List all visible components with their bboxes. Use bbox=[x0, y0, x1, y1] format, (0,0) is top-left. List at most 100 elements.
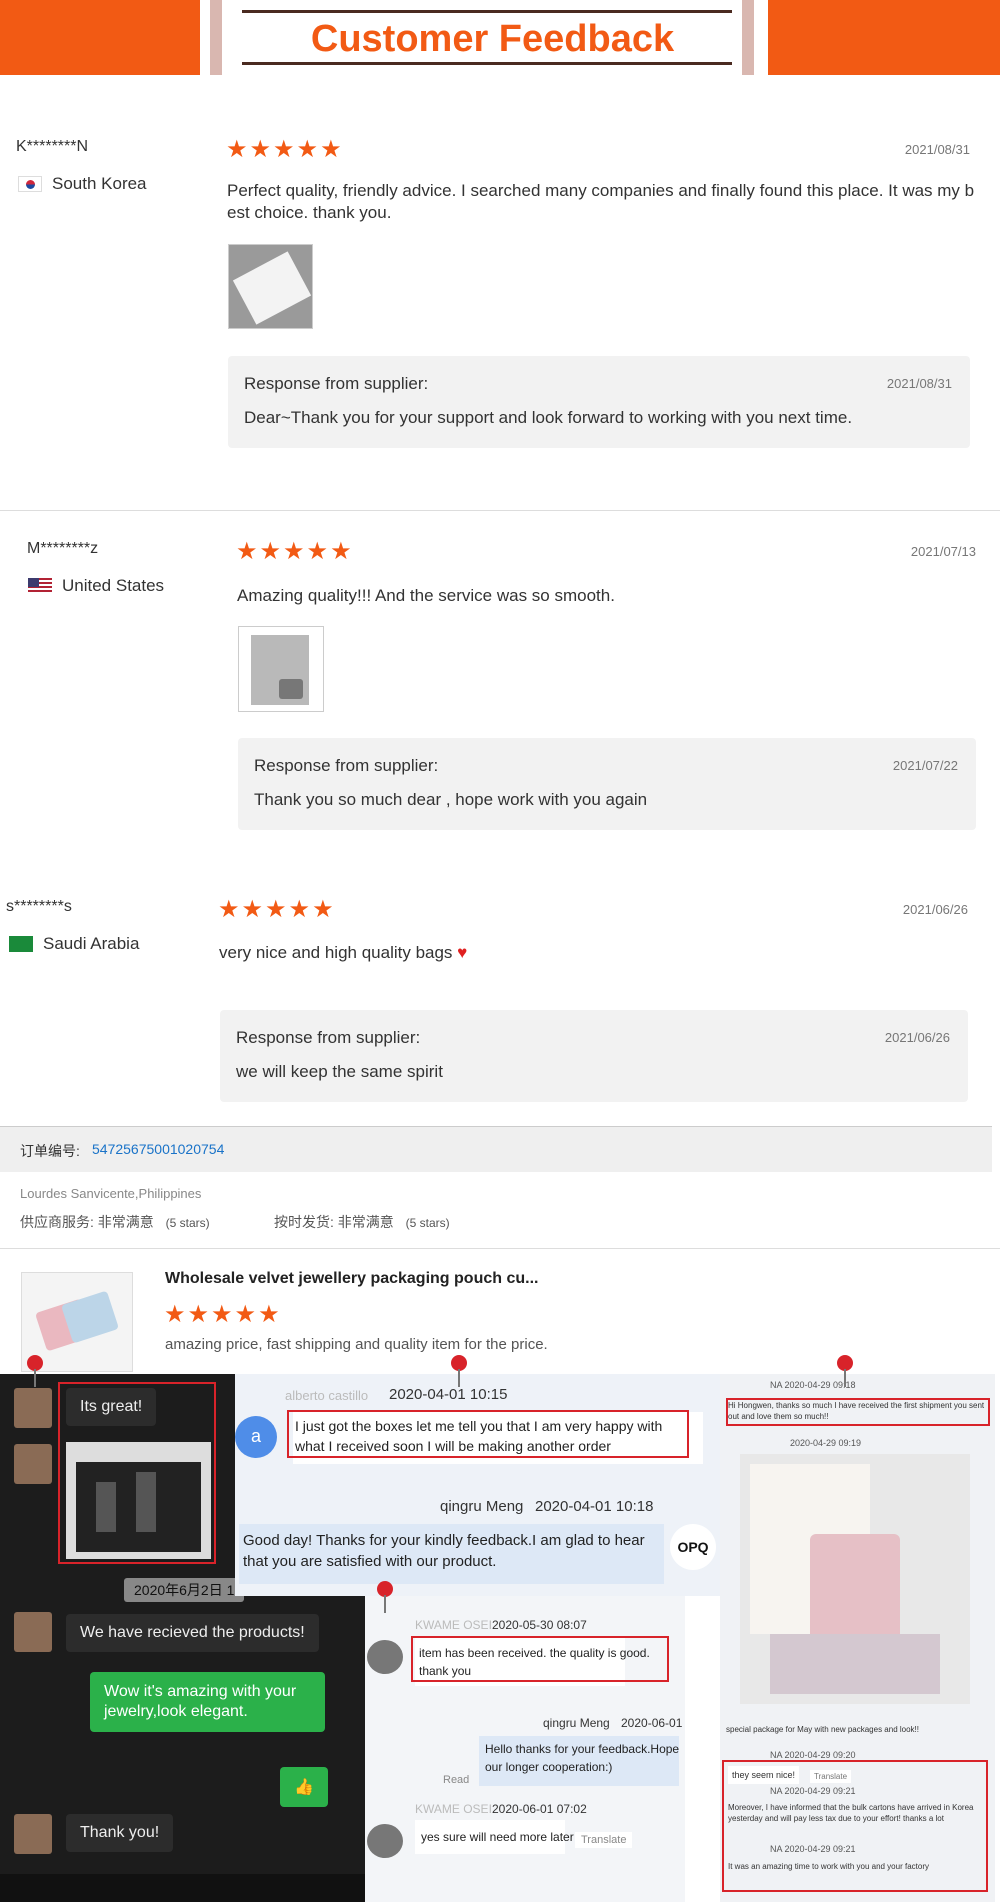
review-text: Amazing quality!!! And the service was s… bbox=[237, 586, 615, 605]
supplier-response: Response from supplier: 2021/08/31 Dear~… bbox=[228, 356, 970, 448]
reviewer-name: M********z bbox=[27, 540, 99, 557]
message-header: NA 2020-04-29 09:20 bbox=[770, 1750, 856, 1760]
sender-name: KWAME OSEI bbox=[415, 1618, 492, 1632]
country-label: Saudi Arabia bbox=[43, 934, 140, 953]
divider bbox=[0, 1248, 1000, 1249]
rating-stars: ★★★★★ bbox=[236, 538, 354, 565]
avatar bbox=[14, 1612, 52, 1652]
response-label: Response from supplier: bbox=[254, 756, 439, 775]
response-text: Thank you so much dear , hope work with … bbox=[254, 790, 648, 809]
read-status: Read bbox=[443, 1774, 470, 1786]
heart-icon: ♥ bbox=[457, 943, 468, 962]
review-date: 2021/07/13 bbox=[910, 544, 976, 559]
ship-stars: (5 stars) bbox=[405, 1216, 450, 1230]
review-photo[interactable] bbox=[238, 626, 324, 712]
push-pin-icon bbox=[451, 1355, 467, 1387]
message-time: 2020-05-30 08:07 bbox=[492, 1618, 587, 1632]
chat-message: Thank you! bbox=[66, 1814, 174, 1852]
product-stars: ★★★★★ bbox=[164, 1301, 282, 1328]
highlight-box bbox=[287, 1410, 689, 1458]
response-text: we will keep the same spirit bbox=[236, 1062, 443, 1081]
sender-name: qingru Meng bbox=[543, 1716, 610, 1730]
saudi-arabia-flag-icon bbox=[9, 936, 33, 952]
avatar bbox=[14, 1444, 52, 1484]
order-bar: 订单编号: 54725675001020754 bbox=[0, 1126, 992, 1172]
response-label: Response from supplier: bbox=[236, 1028, 421, 1047]
reviewer-name: s********s bbox=[6, 898, 72, 915]
product-review: amazing price, fast shipping and quality… bbox=[165, 1336, 548, 1353]
product-title[interactable]: Wholesale velvet jewellery packaging pou… bbox=[165, 1270, 538, 1288]
header-orange-left bbox=[0, 0, 200, 75]
translate-button[interactable]: Translate bbox=[575, 1832, 633, 1848]
avatar bbox=[367, 1824, 403, 1858]
country-label: South Korea bbox=[52, 174, 147, 193]
review-photo[interactable] bbox=[228, 244, 313, 329]
response-text: Dear~Thank you for your support and look… bbox=[244, 408, 853, 427]
chat-message: special package for May with new package… bbox=[726, 1725, 919, 1734]
ship-label: 按时发货: bbox=[274, 1214, 334, 1230]
reviewer-name: K********N bbox=[16, 138, 89, 155]
service-rating: 供应商服务: 非常满意 (5 stars) bbox=[20, 1212, 210, 1232]
service-label: 供应商服务: bbox=[20, 1214, 94, 1230]
order-number-label: 订单编号: bbox=[20, 1143, 80, 1159]
service-value: 非常满意 bbox=[97, 1214, 154, 1230]
highlight-box bbox=[58, 1382, 216, 1564]
chat-input-bar[interactable] bbox=[0, 1874, 365, 1902]
highlight-box bbox=[411, 1636, 669, 1682]
message-time: 2020-04-01 10:15 bbox=[389, 1386, 508, 1403]
highlight-box bbox=[726, 1398, 990, 1426]
response-label: Response from supplier: bbox=[244, 374, 429, 393]
message-time: 2020-06-01 bbox=[621, 1716, 683, 1730]
reviewer-country: Saudi Arabia bbox=[9, 934, 139, 954]
response-date: 2021/06/26 bbox=[884, 1030, 950, 1045]
ship-value: 非常满意 bbox=[337, 1214, 394, 1230]
rating-stars: ★★★★★ bbox=[218, 896, 336, 923]
sender-name: alberto castillo bbox=[285, 1388, 369, 1403]
user-avatar: a bbox=[235, 1416, 277, 1458]
country-label: United States bbox=[62, 576, 165, 595]
page-title: Customer Feedback bbox=[310, 18, 675, 60]
response-date: 2021/08/31 bbox=[886, 376, 952, 391]
header-banner: Customer Feedback bbox=[0, 0, 1000, 75]
message-time: 2020-04-29 09:19 bbox=[790, 1438, 862, 1448]
chat-photo[interactable] bbox=[740, 1454, 970, 1704]
highlight-box bbox=[722, 1760, 988, 1892]
shop-avatar: OPQ bbox=[670, 1524, 716, 1570]
avatar bbox=[14, 1388, 52, 1428]
thumbs-up-icon: 👍 bbox=[280, 1767, 328, 1807]
message-time: 2020-06-01 07:02 bbox=[492, 1802, 587, 1816]
chat-screenshot-alibaba: alberto castillo 2020-04-01 10:15 a I ju… bbox=[235, 1374, 720, 1596]
supplier-response: Response from supplier: 2021/06/26 we wi… bbox=[220, 1010, 968, 1102]
review-text: Perfect quality, friendly advice. I sear… bbox=[227, 181, 975, 200]
push-pin-icon bbox=[27, 1355, 43, 1387]
review-text-cont: est choice. thank you. bbox=[227, 203, 392, 222]
reviewer-country: United States bbox=[28, 576, 164, 596]
sender-name: qingru Meng bbox=[440, 1498, 524, 1515]
buyer-location: Lourdes Sanvicente,Philippines bbox=[20, 1186, 202, 1201]
chat-screenshot-right: NA 2020-04-29 09:18 Hi Hongwen, thanks s… bbox=[720, 1374, 995, 1902]
review-text: very nice and high quality bags ♥ bbox=[219, 942, 467, 964]
chat-message-cont: our longer cooperation:) bbox=[485, 1760, 613, 1774]
review-text-body: very nice and high quality bags bbox=[219, 943, 453, 962]
usa-flag-icon bbox=[28, 578, 52, 594]
review-date: 2021/06/26 bbox=[902, 902, 968, 917]
header-stripe bbox=[210, 0, 222, 75]
chat-message: yes sure will need more later bbox=[421, 1830, 574, 1844]
chat-message: Good day! Thanks for your kindly feedbac… bbox=[243, 1532, 645, 1570]
supplier-response: Response from supplier: 2021/07/22 Thank… bbox=[238, 738, 976, 830]
order-number-link[interactable]: 54725675001020754 bbox=[92, 1141, 224, 1157]
response-date: 2021/07/22 bbox=[892, 758, 958, 773]
avatar bbox=[367, 1640, 403, 1674]
message-time: 2020-04-01 10:18 bbox=[535, 1498, 654, 1515]
push-pin-icon bbox=[837, 1355, 853, 1387]
shipping-rating: 按时发货: 非常满意 (5 stars) bbox=[274, 1212, 450, 1232]
south-korea-flag-icon bbox=[18, 176, 42, 192]
review-date: 2021/08/31 bbox=[904, 142, 970, 157]
push-pin-icon bbox=[377, 1581, 393, 1613]
chat-message-sent: Wow it's amazing with your jewelry,look … bbox=[90, 1672, 325, 1732]
chat-message: We have recieved the products! bbox=[66, 1614, 319, 1652]
chat-message: Hello thanks for your feedback.Hope bbox=[485, 1742, 680, 1756]
service-stars: (5 stars) bbox=[165, 1216, 210, 1230]
rating-stars: ★★★★★ bbox=[226, 136, 344, 163]
avatar bbox=[14, 1814, 52, 1854]
